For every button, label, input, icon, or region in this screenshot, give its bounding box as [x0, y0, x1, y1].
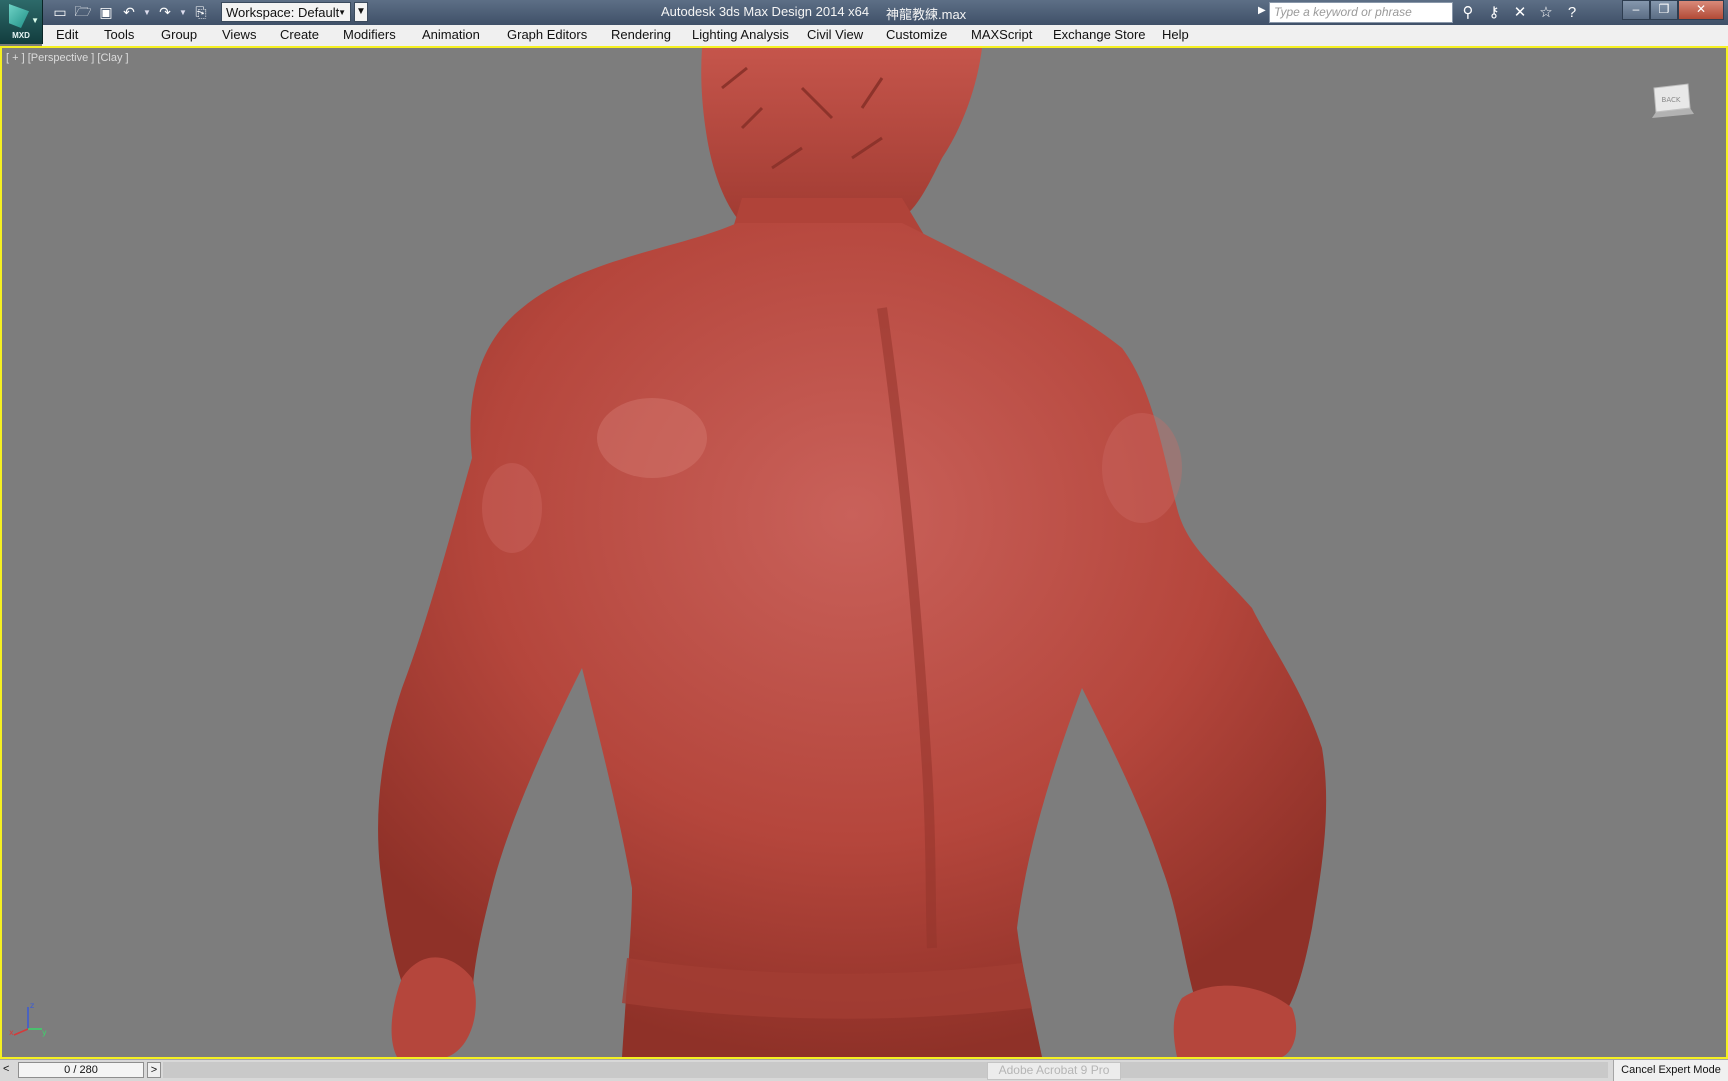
window-controls: – ❐ ✕	[1622, 0, 1724, 20]
window-title: Autodesk 3ds Max Design 2014 x64	[661, 4, 870, 19]
time-slider-next-button[interactable]: >	[147, 1062, 161, 1078]
restore-button[interactable]: ❐	[1650, 0, 1678, 20]
chevron-down-icon: ▼	[31, 16, 39, 25]
taskbar-ghost-label: Adobe Acrobat 9 Pro	[987, 1062, 1121, 1080]
3ds-max-logo-icon	[9, 4, 29, 28]
menu-graph-editors[interactable]: Graph Editors	[507, 27, 587, 42]
chevron-down-icon: ▼	[338, 8, 346, 17]
menu-edit[interactable]: Edit	[56, 27, 78, 42]
binoculars-icon[interactable]: ⚲	[1458, 2, 1478, 23]
title-bar: MXD ▼ ▭ 🗁 ▣ ↶ ▼ ↷ ▼ ⎘ Workspace: Default…	[0, 0, 1728, 44]
window-file-name: 神龍教練.max	[886, 7, 967, 22]
time-slider[interactable]: 0 / 280	[18, 1062, 144, 1078]
svg-text:y: y	[42, 1028, 47, 1037]
cancel-expert-mode-button[interactable]: Cancel Expert Mode	[1613, 1060, 1728, 1081]
svg-text:z: z	[30, 1001, 34, 1010]
menu-create[interactable]: Create	[280, 27, 319, 42]
project-folder-icon[interactable]: ⎘	[191, 3, 211, 23]
menu-bar: Edit Tools Group Views Create Modifiers …	[42, 25, 1728, 47]
time-slider-bar: < 0 / 280 > Adobe Acrobat 9 Pro Cancel E…	[0, 1059, 1728, 1081]
undo-dropdown-icon[interactable]: ▼	[142, 8, 152, 17]
menu-views[interactable]: Views	[222, 27, 256, 42]
time-slider-prev-button[interactable]: <	[3, 1063, 9, 1075]
close-button[interactable]: ✕	[1678, 0, 1724, 20]
qat-customize-icon[interactable]: ▼	[354, 2, 368, 22]
application-button[interactable]: MXD ▼	[0, 0, 43, 44]
menu-customize[interactable]: Customize	[886, 27, 947, 42]
menu-modifiers[interactable]: Modifiers	[343, 27, 396, 42]
workspace-dropdown[interactable]: Workspace: Default ▼	[221, 2, 351, 22]
viewport-label-menu[interactable]: [ + ] [Perspective ] [Clay ]	[6, 52, 129, 64]
axis-tripod-icon: z x y	[9, 1001, 47, 1037]
search-placeholder: Type a keyword or phrase	[1274, 5, 1412, 19]
search-input[interactable]: Type a keyword or phrase	[1269, 2, 1453, 23]
menu-maxscript[interactable]: MAXScript	[971, 27, 1032, 42]
menu-lighting-analysis[interactable]: Lighting Analysis	[692, 27, 789, 42]
workspace-label: Workspace: Default	[226, 5, 340, 20]
quick-access-toolbar: ▭ 🗁 ▣ ↶ ▼ ↷ ▼ ⎘	[50, 2, 211, 23]
help-icon[interactable]: ?	[1562, 2, 1582, 23]
info-center-toolbar: ⚲ ⚷ ✕ ☆ ?	[1458, 2, 1582, 23]
subscription-key-icon[interactable]: ⚷	[1484, 2, 1504, 23]
open-folder-icon[interactable]: 🗁	[73, 3, 93, 23]
favorites-star-icon[interactable]: ☆	[1536, 2, 1556, 23]
viewcube-face-label: BACK	[1662, 96, 1681, 104]
new-file-icon[interactable]: ▭	[50, 3, 70, 23]
search-expand-icon[interactable]: ▶	[1258, 5, 1266, 16]
app-logo-text: MXD	[12, 31, 30, 40]
menu-civil-view[interactable]: Civil View	[807, 27, 863, 42]
menu-tools[interactable]: Tools	[104, 27, 134, 42]
redo-dropdown-icon[interactable]: ▼	[178, 8, 188, 17]
menu-rendering[interactable]: Rendering	[611, 27, 671, 42]
communication-icon[interactable]: ✕	[1510, 2, 1530, 23]
menu-animation[interactable]: Animation	[422, 27, 480, 42]
menu-help[interactable]: Help	[1162, 27, 1189, 42]
perspective-viewport[interactable]: [ + ] [Perspective ] [Clay ] BACK z x y	[0, 46, 1728, 1059]
redo-icon[interactable]: ↷	[155, 3, 175, 23]
save-icon[interactable]: ▣	[96, 3, 116, 23]
viewcube-icon[interactable]: BACK	[1644, 78, 1698, 122]
menu-exchange-store[interactable]: Exchange Store	[1053, 27, 1146, 42]
clay-model-back-view	[378, 48, 1327, 1057]
undo-icon[interactable]: ↶	[119, 3, 139, 23]
track-bar[interactable]: Adobe Acrobat 9 Pro	[163, 1062, 1608, 1080]
svg-text:x: x	[9, 1028, 14, 1037]
minimize-button[interactable]: –	[1622, 0, 1650, 20]
menu-group[interactable]: Group	[161, 27, 197, 42]
